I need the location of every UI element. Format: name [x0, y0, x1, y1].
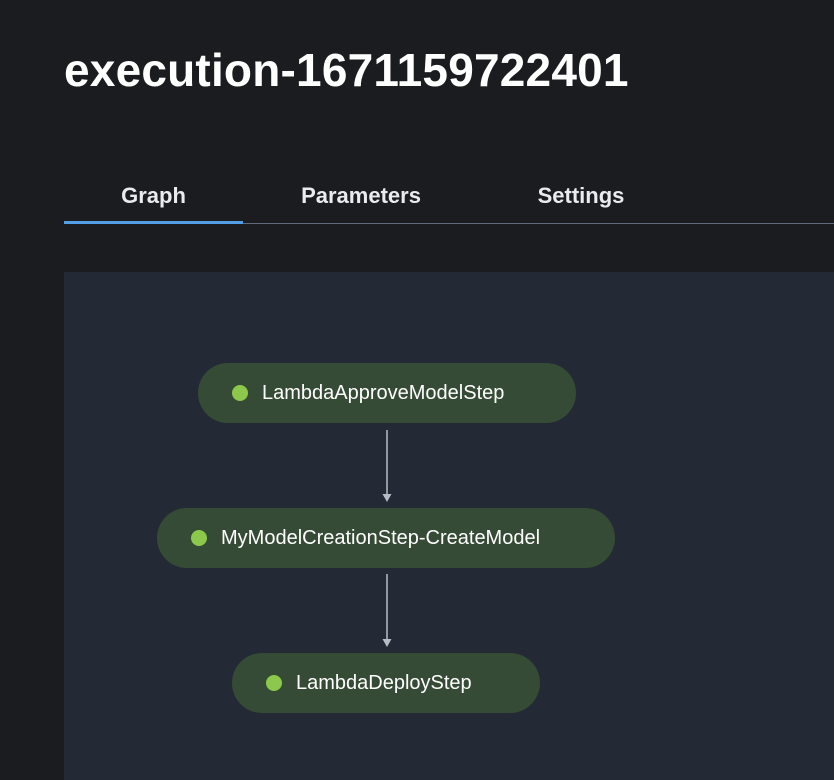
graph-canvas[interactable]: LambdaApproveModelStep MyModelCreationSt… [64, 272, 834, 780]
tab-graph[interactable]: Graph [64, 170, 243, 224]
tab-settings[interactable]: Settings [514, 170, 648, 222]
success-status-icon [191, 530, 207, 546]
node-label: LambdaApproveModelStep [262, 381, 505, 404]
success-status-icon [266, 675, 282, 691]
node-label: MyModelCreationStep-CreateModel [221, 526, 541, 549]
graph-node-lambda-deploy-step[interactable]: LambdaDeployStep [232, 653, 540, 713]
node-label: LambdaDeployStep [296, 671, 472, 694]
edge-create-to-deploy [382, 574, 392, 647]
page-title: execution-1671159722401 [64, 44, 629, 96]
graph-node-lambda-approve-model-step[interactable]: LambdaApproveModelStep [198, 363, 576, 423]
pipeline-execution-page: execution-1671159722401 Graph Parameters… [0, 0, 834, 780]
edge-approve-to-create [382, 430, 392, 502]
tab-bar: Graph Parameters Settings [64, 170, 834, 224]
success-status-icon [232, 385, 248, 401]
tab-parameters[interactable]: Parameters [274, 170, 448, 222]
graph-node-my-model-creation-step[interactable]: MyModelCreationStep-CreateModel [157, 508, 615, 568]
